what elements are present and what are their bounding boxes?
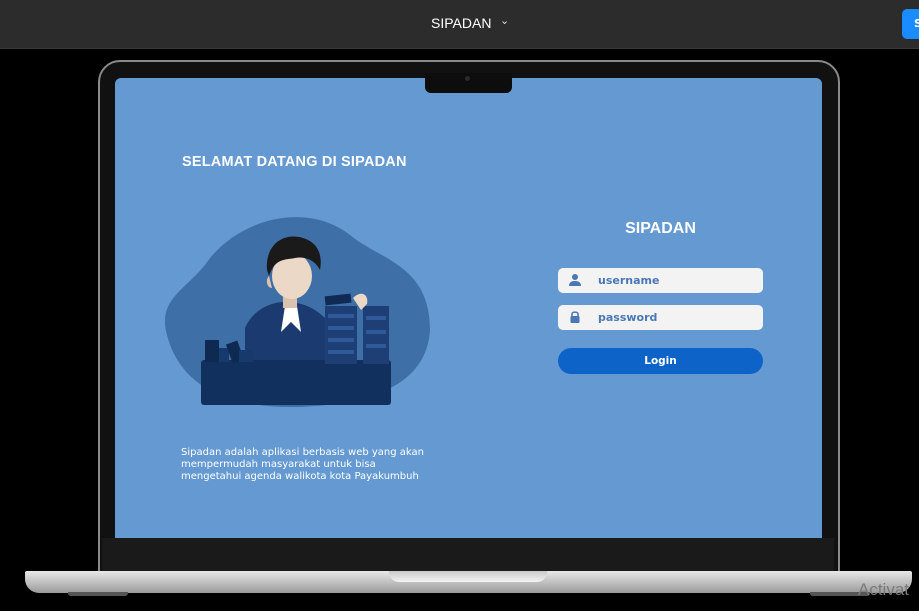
laptop-foot-left [68,592,128,596]
lock-icon [570,311,580,323]
laptop-opening-notch [389,571,547,582]
username-field[interactable] [558,268,763,293]
laptop-chin [102,538,834,572]
chevron-down-icon[interactable]: ⌄ [500,14,509,27]
login-button[interactable]: Login [558,348,763,374]
login-title: SIPADAN [625,220,696,237]
top-bar: SIPADAN ⌄ S [0,0,919,49]
share-button[interactable]: S [902,9,919,39]
topbar-title[interactable]: SIPADAN [431,15,491,31]
app-description: Sipadan adalah aplikasi berbasis web yan… [181,447,425,482]
welcome-heading: SELAMAT DATANG DI SIPADAN [182,154,407,170]
user-icon [569,274,581,286]
username-input[interactable] [598,268,758,293]
activation-watermark: Activat [858,580,910,599]
password-field[interactable] [558,305,763,330]
camera-icon [465,76,470,81]
password-input[interactable] [598,305,758,330]
person-stacking-blocks-illustration [165,217,430,408]
